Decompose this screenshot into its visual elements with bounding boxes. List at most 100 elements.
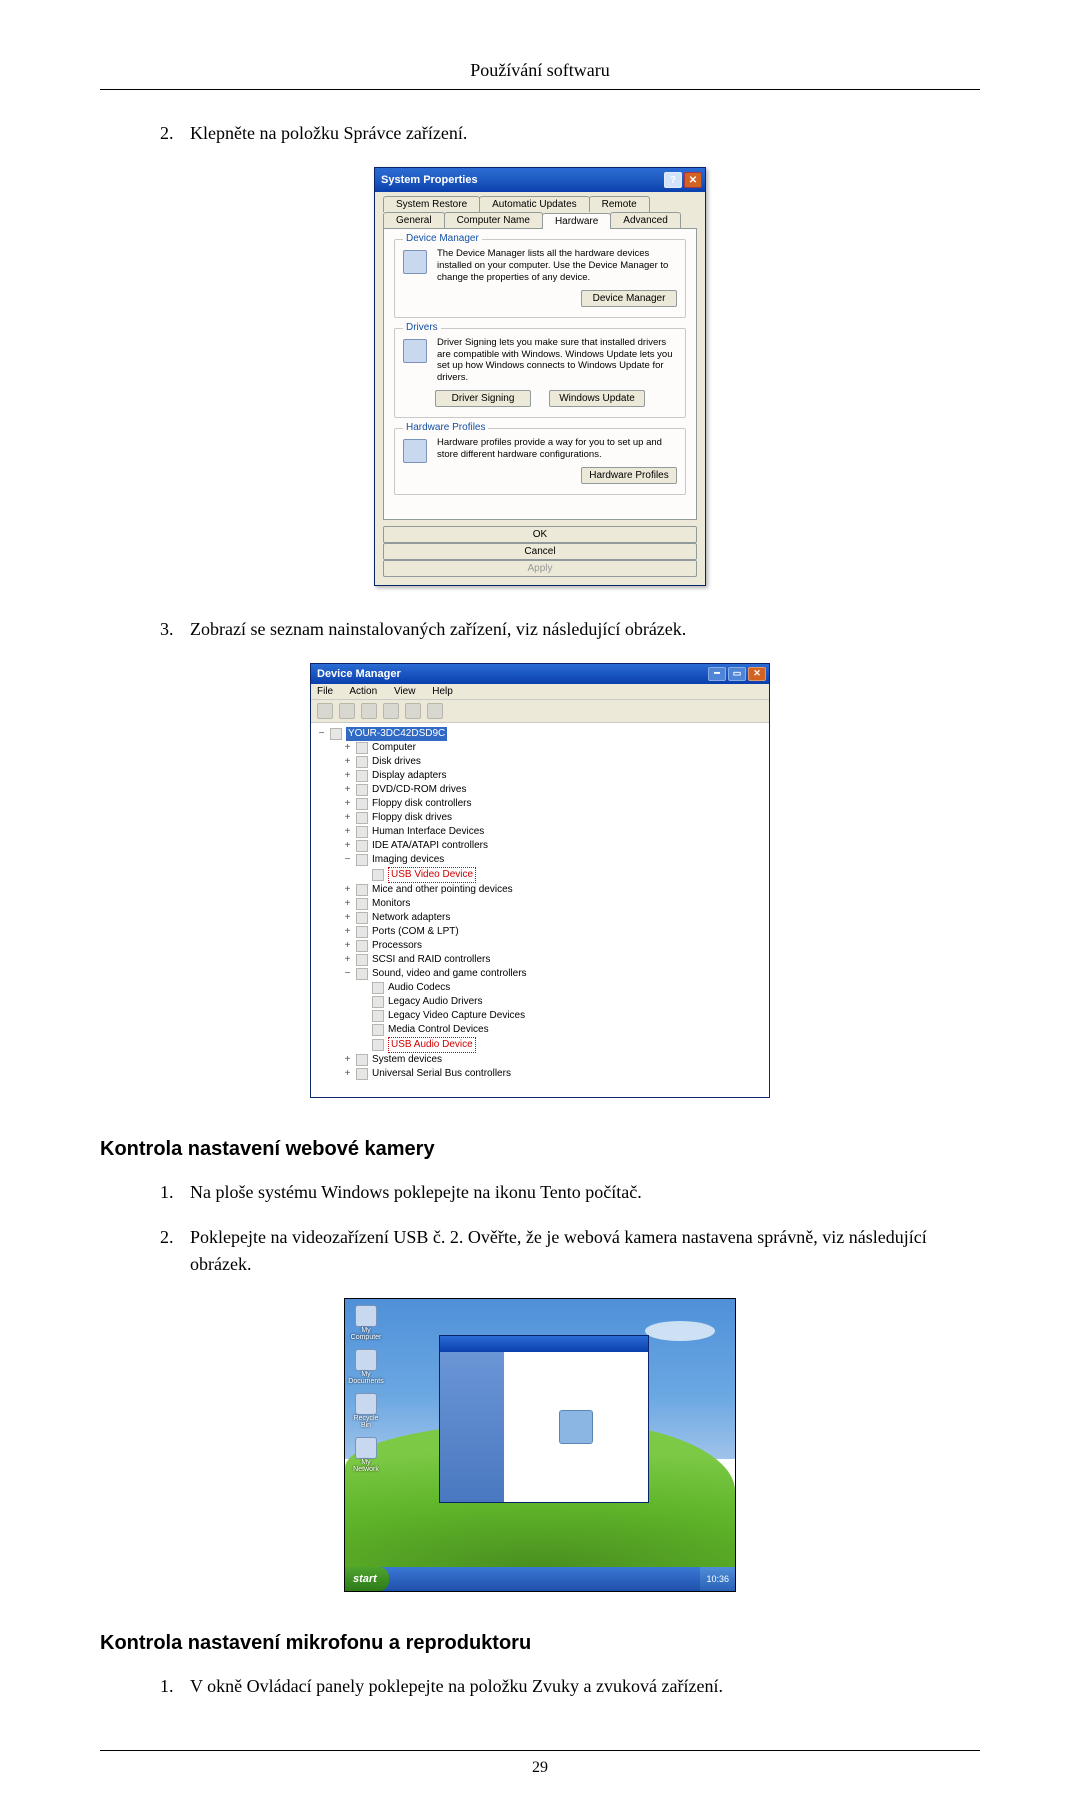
tree-item-sound[interactable]: −Sound, video and game controllers: [315, 967, 765, 981]
tree-item[interactable]: +System devices: [315, 1053, 765, 1067]
group-hw-profiles-text: Hardware profiles provide a way for you …: [437, 437, 677, 461]
tree-item[interactable]: +Network adapters: [315, 911, 765, 925]
cancel-button[interactable]: Cancel: [383, 543, 697, 560]
start-button[interactable]: start: [345, 1567, 389, 1591]
camera-steps: 1.Na ploše systému Windows poklepejte na…: [100, 1179, 980, 1278]
tree-item[interactable]: +Floppy disk controllers: [315, 797, 765, 811]
refresh-icon[interactable]: [405, 703, 421, 719]
tree-item[interactable]: +Ports (COM & LPT): [315, 925, 765, 939]
tree-item[interactable]: Legacy Audio Drivers: [315, 995, 765, 1009]
step-3: 3.Zobrazí se seznam nainstalovaných zaří…: [190, 616, 980, 643]
tree-usb-video[interactable]: USB Video Device: [315, 867, 765, 883]
tree-item[interactable]: +Monitors: [315, 897, 765, 911]
tree-item[interactable]: Media Control Devices: [315, 1023, 765, 1037]
tree-usb-audio[interactable]: USB Audio Device: [315, 1037, 765, 1053]
close-icon[interactable]: ✕: [684, 172, 702, 188]
properties-icon[interactable]: [361, 703, 377, 719]
driver-signing-button[interactable]: Driver Signing: [435, 390, 531, 407]
heading-camera: Kontrola nastavení webové kamery: [100, 1138, 980, 1161]
nav-back-icon[interactable]: [317, 703, 333, 719]
tab-remote[interactable]: Remote: [589, 196, 650, 212]
folder-icon: [355, 1349, 377, 1371]
windows-update-button[interactable]: Windows Update: [549, 390, 645, 407]
tree-item[interactable]: +DVD/CD-ROM drives: [315, 783, 765, 797]
maximize-icon[interactable]: ▭: [728, 667, 746, 681]
hardware-profiles-button[interactable]: Hardware Profiles: [581, 467, 677, 484]
tree-item[interactable]: +Floppy disk drives: [315, 811, 765, 825]
tree-item[interactable]: +Computer: [315, 741, 765, 755]
tab-general[interactable]: General: [383, 212, 445, 228]
close-icon[interactable]: ✕: [748, 667, 766, 681]
camera-icon: [559, 1410, 593, 1444]
tree-item[interactable]: +Universal Serial Bus controllers: [315, 1067, 765, 1081]
desktop-icon-recycle-bin[interactable]: Recycle Bin: [351, 1393, 381, 1431]
help-icon[interactable]: ?: [664, 172, 682, 188]
heading-mic: Kontrola nastavení mikrofonu a reprodukt…: [100, 1632, 980, 1655]
tree-item[interactable]: +Human Interface Devices: [315, 825, 765, 839]
xp-video-sidebar: [440, 1352, 504, 1502]
tree-item[interactable]: Audio Codecs: [315, 981, 765, 995]
tab-computer-name[interactable]: Computer Name: [444, 212, 543, 228]
recycle-icon: [355, 1393, 377, 1415]
menu-view[interactable]: View: [394, 686, 416, 697]
group-hw-profiles-label: Hardware Profiles: [403, 422, 488, 433]
group-device-manager-label: Device Manager: [403, 233, 482, 244]
tree-item[interactable]: +IDE ATA/ATAPI controllers: [315, 839, 765, 853]
tab-hardware[interactable]: Hardware: [542, 213, 611, 229]
group-hardware-profiles: Hardware Profiles Hardware profiles prov…: [394, 428, 686, 495]
tree-item[interactable]: +Disk drives: [315, 755, 765, 769]
page-number: 29: [532, 1759, 548, 1776]
tree-item[interactable]: +Display adapters: [315, 769, 765, 783]
menu-action[interactable]: Action: [349, 686, 377, 697]
figure-device-manager: Device Manager ━ ▭ ✕ File Action View He…: [100, 663, 980, 1098]
desktop-icon-network[interactable]: My Network: [351, 1437, 381, 1475]
tree-item-imaging[interactable]: −Imaging devices: [315, 853, 765, 867]
system-tray[interactable]: 10:36: [700, 1567, 735, 1591]
print-icon[interactable]: [383, 703, 399, 719]
device-manager-button[interactable]: Device Manager: [581, 290, 677, 307]
devmgr-toolbar: [311, 700, 769, 723]
xp-desktop-icons: My Computer My Documents Recycle Bin My …: [351, 1305, 381, 1475]
tab-automatic-updates[interactable]: Automatic Updates: [479, 196, 590, 212]
tree-item[interactable]: +Mice and other pointing devices: [315, 883, 765, 897]
tab-row-1: System Restore Automatic Updates Remote: [383, 196, 697, 212]
tab-advanced[interactable]: Advanced: [610, 212, 680, 228]
device-manager-window: Device Manager ━ ▭ ✕ File Action View He…: [310, 663, 770, 1098]
system-properties-dialog: System Properties ? ✕ System Restore Aut…: [374, 167, 706, 586]
hardware-panel: Device Manager The Device Manager lists …: [383, 228, 697, 520]
tab-system-restore[interactable]: System Restore: [383, 196, 480, 212]
xp-video-window[interactable]: [439, 1335, 649, 1503]
speaker-icon: [372, 1039, 384, 1051]
hw-profile-icon: [403, 439, 427, 463]
camera-step-2: 2.Poklepejte na videozařízení USB č. 2. …: [190, 1224, 980, 1278]
menu-file[interactable]: File: [317, 686, 333, 697]
sysprop-titlebar: System Properties ? ✕: [375, 168, 705, 192]
tree-item[interactable]: +SCSI and RAID controllers: [315, 953, 765, 967]
devmgr-title: Device Manager: [317, 668, 401, 680]
computer-icon: [330, 728, 342, 740]
mic-step-1: 1.V okně Ovládací panely poklepejte na p…: [190, 1673, 980, 1700]
desktop-icon-my-computer[interactable]: My Computer: [351, 1305, 381, 1343]
devmgr-menu: File Action View Help: [311, 684, 769, 700]
nav-forward-icon[interactable]: [339, 703, 355, 719]
device-tree[interactable]: − YOUR-3DC42DSD9C +Computer +Disk drives…: [311, 723, 769, 1097]
camera-step-1: 1.Na ploše systému Windows poklepejte na…: [190, 1179, 980, 1206]
xp-video-main: [504, 1352, 648, 1502]
computer-icon: [355, 1305, 377, 1327]
sysprop-title: System Properties: [381, 174, 478, 186]
steps-list-1b: 3.Zobrazí se seznam nainstalovaných zaří…: [100, 616, 980, 643]
cloud: [645, 1321, 715, 1341]
minimize-icon[interactable]: ━: [708, 667, 726, 681]
apply-button[interactable]: Apply: [383, 560, 697, 577]
figure-xp-desktop: My Computer My Documents Recycle Bin My …: [100, 1298, 980, 1592]
menu-help[interactable]: Help: [432, 686, 453, 697]
tree-item[interactable]: +Processors: [315, 939, 765, 953]
desktop-icon-my-documents[interactable]: My Documents: [351, 1349, 381, 1387]
driver-icon: [403, 339, 427, 363]
ok-button[interactable]: OK: [383, 526, 697, 543]
xp-taskbar: start 10:36: [345, 1567, 735, 1591]
tree-root[interactable]: − YOUR-3DC42DSD9C: [315, 727, 765, 741]
scan-icon[interactable]: [427, 703, 443, 719]
page-header: Používání softwaru: [100, 60, 980, 90]
tree-item[interactable]: Legacy Video Capture Devices: [315, 1009, 765, 1023]
